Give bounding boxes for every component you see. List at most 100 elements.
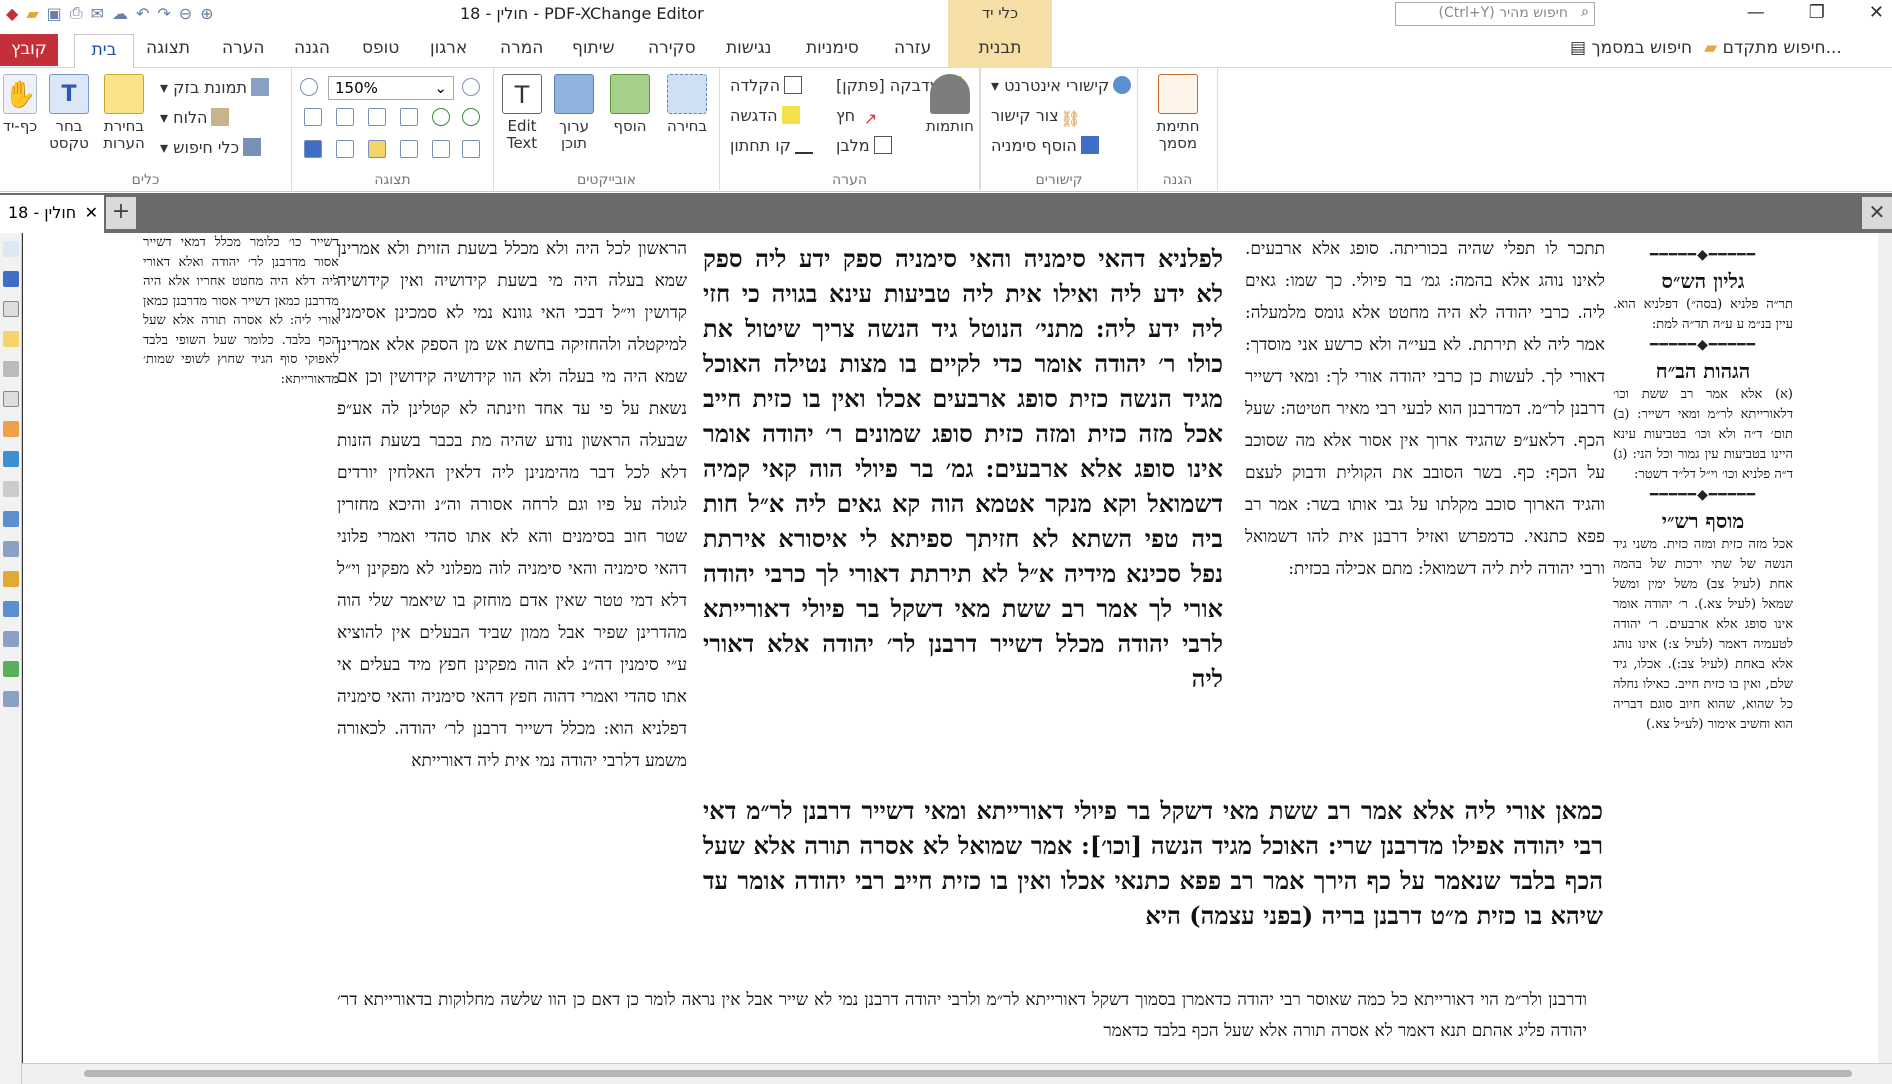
tab-home[interactable]: בית	[74, 34, 134, 68]
sign-document-button[interactable]: חתימת מסמך	[1148, 74, 1208, 152]
undo-icon[interactable]: ↶	[136, 4, 149, 23]
folder-search-icon: ▰	[1704, 38, 1718, 58]
new-tab-button[interactable]: +	[106, 197, 136, 229]
clipboard-button[interactable]: הלוח ▾	[160, 108, 230, 127]
hand-tool-button[interactable]: ✋ כף-יד	[0, 74, 40, 135]
actual-size-icon[interactable]	[304, 108, 322, 126]
close-tab-icon[interactable]: ✕	[85, 195, 98, 231]
bookmark-icon[interactable]	[304, 140, 322, 158]
zoom-in-icon[interactable]	[462, 78, 480, 96]
document-page[interactable]: דשייר כו׳ כלומר מכלל דמאי דשייר אסור מדר…	[22, 233, 1878, 1063]
edit-text-button[interactable]: T Edit Text	[502, 74, 542, 152]
search-tools-button[interactable]: כלי חיפוש ▾	[160, 138, 262, 157]
typewriter-button[interactable]: הקלדה	[730, 76, 803, 95]
collapse-icon[interactable]	[3, 241, 19, 257]
arrow-button[interactable]: ↗ חץ	[836, 106, 877, 128]
select-objects-button[interactable]: בחירה	[660, 74, 714, 135]
highlight-label: הדגשה	[730, 106, 778, 125]
gemara-column: לפלניא דהאי סימניה והאי סימניה ספק ידע ל…	[703, 244, 1224, 693]
highlight-button[interactable]: הדגשה	[730, 106, 800, 125]
redo-icon[interactable]: ↷	[157, 4, 170, 23]
select-comments-button[interactable]: בחירת הערות	[96, 74, 152, 152]
comment-group-label: הערה	[832, 172, 867, 188]
fit-visible-icon[interactable]	[400, 108, 418, 126]
comments-panel-icon[interactable]	[3, 331, 19, 347]
search-panel-icon[interactable]	[3, 511, 19, 527]
zoom-out-icon[interactable]	[300, 78, 318, 96]
links-panel-icon[interactable]	[3, 571, 19, 587]
fit-page-icon[interactable]	[336, 108, 354, 126]
email-icon[interactable]: ✉	[91, 4, 104, 23]
tab-accessibility[interactable]: נגישות	[726, 38, 771, 58]
create-link-button[interactable]: ⛓צור קישור	[991, 106, 1081, 128]
destinations-panel-icon[interactable]	[3, 451, 19, 467]
tab-file[interactable]: קובץ	[0, 34, 58, 66]
tab-convert[interactable]: המרה	[500, 38, 543, 58]
tab-review[interactable]: סקירה	[648, 38, 696, 58]
attachments-panel-icon[interactable]	[3, 361, 19, 377]
properties-icon[interactable]	[462, 140, 480, 158]
camera-icon	[251, 78, 270, 96]
quick-search-input[interactable]: חיפוש מהיר (Ctrl+Y) ⌕	[1395, 2, 1595, 26]
underline-button[interactable]: קו תחתון	[730, 136, 813, 155]
fit-width-icon[interactable]	[368, 108, 386, 126]
content-panel-icon[interactable]	[3, 601, 19, 617]
tab-organize[interactable]: ארגון	[430, 38, 467, 58]
tab-share[interactable]: שיתוף	[572, 38, 615, 58]
objects-group-label: אובייקטים	[577, 172, 636, 188]
close-icon[interactable]: ✕	[1869, 2, 1884, 23]
open-icon[interactable]: ▰	[26, 4, 38, 23]
horizontal-scrollbar[interactable]	[22, 1063, 1892, 1084]
vertical-scrollbar[interactable]	[1878, 233, 1892, 1063]
order-panel-icon[interactable]	[3, 661, 19, 677]
tab-format[interactable]: תבנית	[948, 28, 1052, 68]
web-links-label: קישורי אינטרנט	[1004, 76, 1110, 95]
hand-icon: ✋	[3, 74, 37, 114]
tab-form[interactable]: טופס	[362, 38, 399, 58]
add-button[interactable]: הוסף	[606, 74, 654, 135]
layers-panel-icon[interactable]	[3, 391, 19, 407]
structure-panel-icon[interactable]	[3, 631, 19, 647]
quick-access-toolbar: ◆ ▰ ▣ ⎙ ✉ ☁ ↶ ↷ ⊖ ⊕	[6, 2, 214, 24]
comment-group: הקלדה הדגשה קו תחתון מדבקה [פתקן] ↗חץ מל…	[720, 68, 980, 190]
signatures-panel-icon[interactable]	[3, 421, 19, 437]
underline-icon	[795, 136, 813, 154]
thumbnails-panel-icon[interactable]	[3, 301, 19, 317]
pages-icon[interactable]	[336, 140, 354, 158]
rotate-right-icon[interactable]	[462, 108, 480, 126]
tab-help[interactable]: עזרה	[894, 38, 931, 58]
web-links-button[interactable]: קישורי אינטרנט ▾	[991, 76, 1132, 95]
properties-panel-icon[interactable]	[3, 481, 19, 497]
advanced-search-button[interactable]: ▰ חיפוש מתקדם...	[1704, 38, 1842, 58]
print-icon[interactable]: ⎙	[70, 3, 83, 23]
snapshot-button[interactable]: תמונת בזק ▾	[160, 78, 270, 97]
tab-view[interactable]: תצוגה	[146, 38, 190, 58]
zoom-select[interactable]: 150% ⌄	[328, 76, 454, 100]
minimize-icon[interactable]: —	[1747, 2, 1765, 23]
document-tab[interactable]: חולין - 18 ✕	[0, 195, 104, 233]
tab-protect[interactable]: הגנה	[294, 38, 330, 58]
stamps-button[interactable]: חותמות	[922, 74, 978, 135]
attachments-icon[interactable]	[400, 140, 418, 158]
forward-icon[interactable]: ⊕	[200, 4, 213, 23]
bookmarks-panel-icon[interactable]	[3, 271, 19, 287]
find-in-document-button[interactable]: ▤ חיפוש במסמך	[1570, 38, 1692, 58]
tab-bookmarks[interactable]: סימניות	[806, 38, 859, 58]
rectangle-button[interactable]: מלבן	[836, 136, 892, 155]
add-bookmark-button[interactable]: הוסף סימניה	[991, 136, 1099, 155]
scan-icon[interactable]: ☁	[112, 4, 128, 23]
close-all-icon[interactable]: ✕	[1862, 197, 1892, 229]
comments-icon[interactable]	[368, 140, 386, 158]
select-text-button[interactable]: T בחר טקסט	[44, 74, 94, 152]
rotate-left-icon[interactable]	[432, 108, 450, 126]
fields-panel-icon[interactable]	[3, 691, 19, 707]
layers-icon[interactable]	[432, 140, 450, 158]
scrollbar-thumb[interactable]	[84, 1070, 1852, 1077]
edit-content-button[interactable]: ערוך תוכן	[550, 74, 598, 152]
tab-comment[interactable]: הערה	[222, 38, 264, 58]
tags-panel-icon[interactable]	[3, 541, 19, 557]
save-icon[interactable]: ▣	[47, 4, 62, 23]
search-icon: ⌕	[1581, 4, 1589, 20]
maximize-icon[interactable]: ❐	[1809, 2, 1825, 23]
back-icon[interactable]: ⊖	[179, 4, 192, 23]
